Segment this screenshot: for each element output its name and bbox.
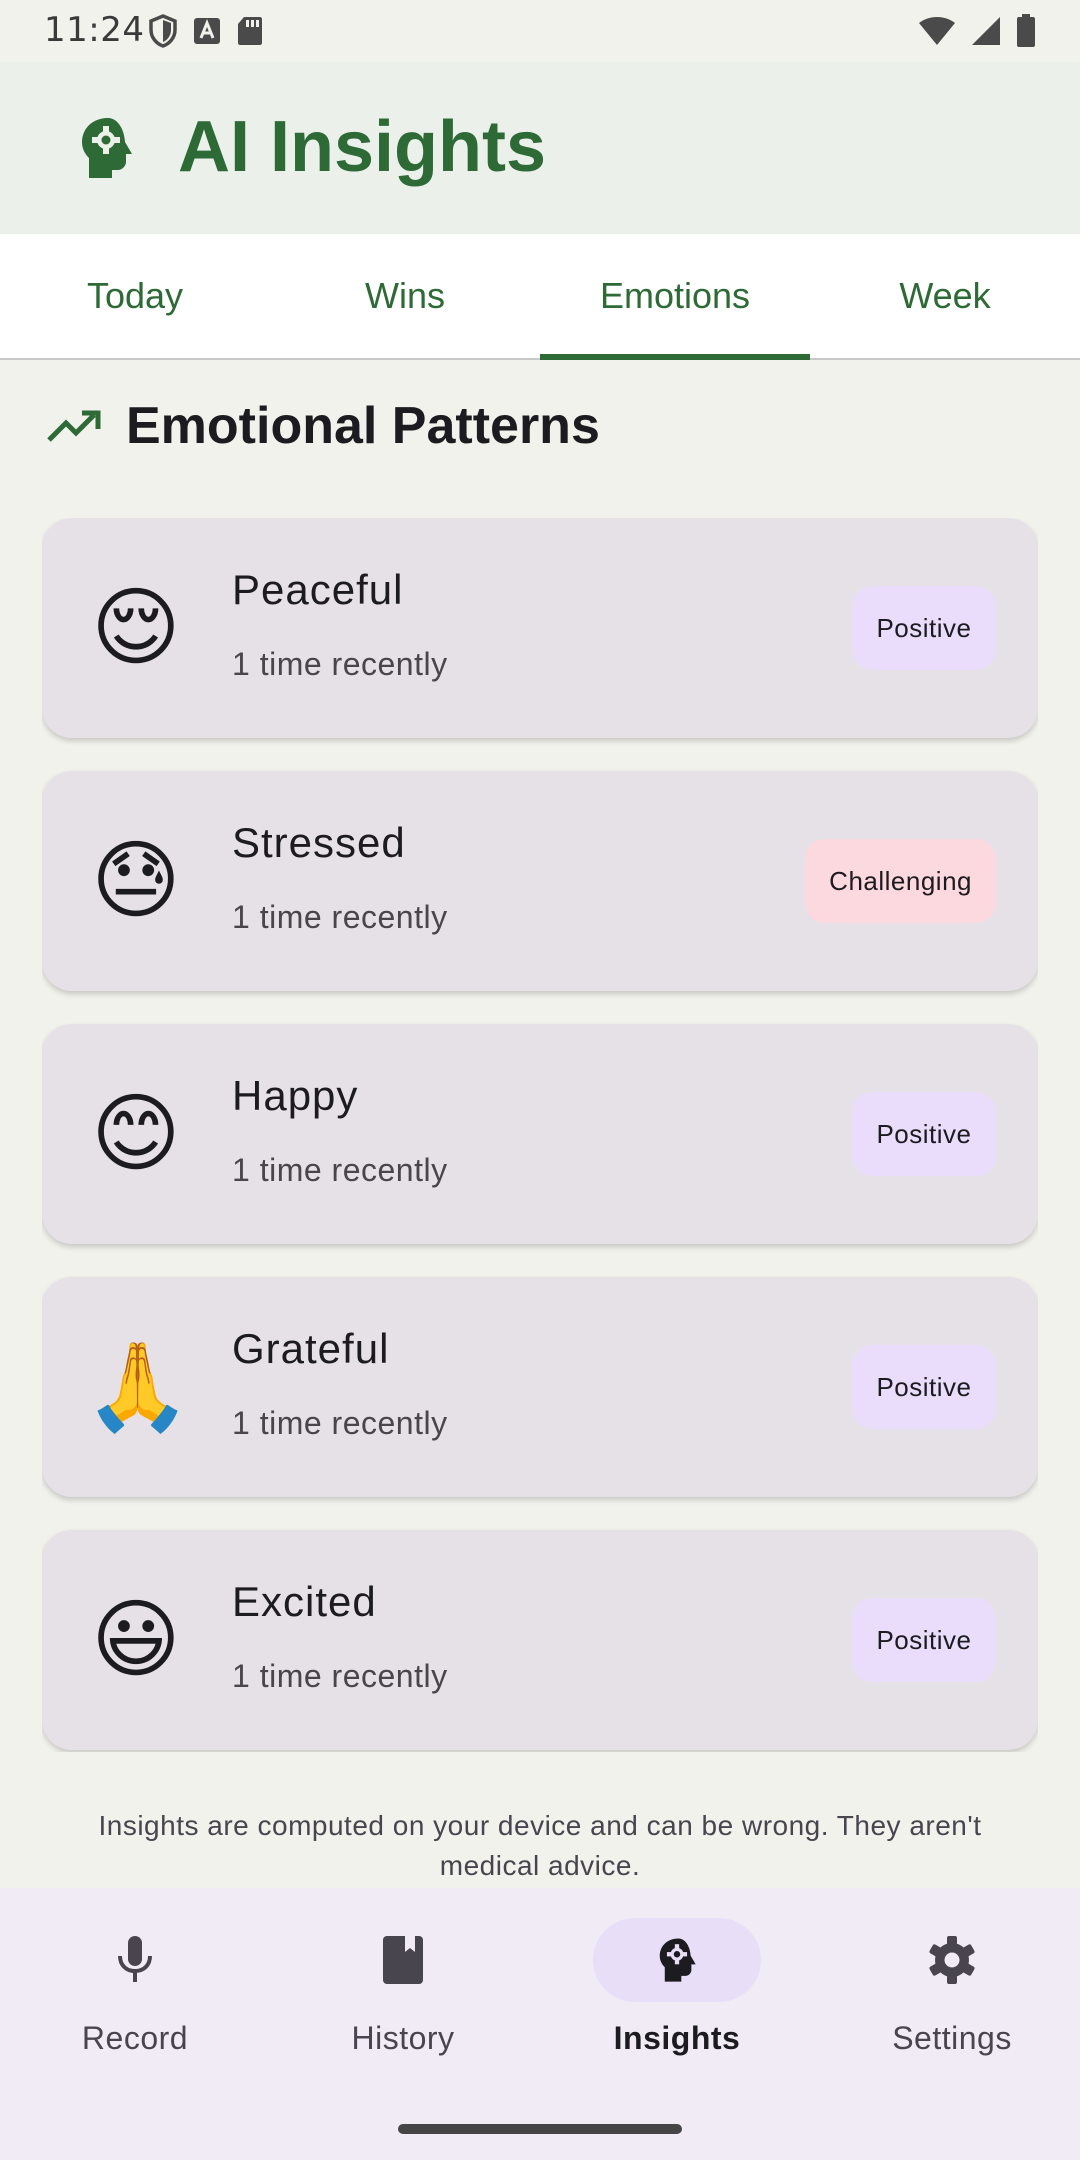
- head-gear-icon: [659, 1938, 696, 1982]
- nav-pill: [593, 1918, 761, 2002]
- nav-history[interactable]: History: [268, 1918, 538, 2078]
- app-bar: AI Insights: [0, 62, 1080, 234]
- book-icon: [383, 1936, 423, 1984]
- tab-bar: Today Wins Emotions Week: [0, 234, 1080, 360]
- emotion-name: Peaceful: [232, 566, 404, 613]
- emotion-count: 1 time recently: [232, 646, 448, 682]
- bottom-nav: Record History Insights Settings: [0, 1888, 1080, 2160]
- emotion-name: Excited: [232, 1578, 377, 1625]
- emotion-count: 1 time recently: [232, 1405, 448, 1441]
- emotion-emoji: 🙏: [84, 1339, 192, 1435]
- emotion-name: Happy: [232, 1072, 359, 1119]
- nav-record[interactable]: Record: [0, 1918, 270, 2078]
- nav-label: Record: [81, 2020, 189, 2056]
- emotion-name: Stressed: [232, 819, 406, 866]
- status-icons-left: [148, 14, 264, 48]
- section-title: Emotional Patterns: [126, 397, 600, 455]
- emotion-card-grateful[interactable]: 🙏 Grateful 1 time recently Positive: [42, 1277, 1038, 1497]
- signal-icon: [972, 17, 1000, 45]
- nav-insights[interactable]: Insights: [542, 1918, 812, 2078]
- sentiment-badge: Positive: [852, 1345, 996, 1429]
- status-icons-right: [918, 14, 1036, 48]
- emotion-count: 1 time recently: [232, 1658, 448, 1694]
- status-time: 11:24: [44, 10, 145, 50]
- nav-label: History: [351, 2020, 455, 2056]
- sentiment-badge: Challenging: [805, 839, 996, 923]
- emotion-card-stressed[interactable]: 😓 Stressed 1 time recently Challenging: [42, 771, 1038, 991]
- wifi-icon: [919, 17, 955, 45]
- disclaimer-text: Insights are computed on your device and…: [98, 1810, 982, 1881]
- gear-icon: [929, 1936, 975, 1984]
- shield-icon: [149, 14, 177, 48]
- nav-pill: [51, 1918, 219, 2002]
- emotion-card-excited[interactable]: 😃 Excited 1 time recently Positive: [42, 1530, 1038, 1750]
- status-bar: 11:24: [0, 0, 1080, 62]
- emotion-card-happy[interactable]: 😊 Happy 1 time recently Positive: [42, 1024, 1038, 1244]
- tab-week[interactable]: Week: [810, 234, 1080, 358]
- tab-today[interactable]: Today: [0, 234, 270, 358]
- sentiment-badge: Positive: [852, 1092, 996, 1176]
- nav-pill: [868, 1918, 1036, 2002]
- emotion-list: 😌 Peaceful 1 time recently Positive 😓 St…: [42, 518, 1038, 1752]
- nav-label: Settings: [892, 2020, 1012, 2056]
- emotion-emoji: 😓: [91, 833, 181, 929]
- emotion-name: Grateful: [232, 1325, 390, 1372]
- sd-card-icon: [238, 17, 262, 45]
- tab-emotions[interactable]: Emotions: [540, 234, 810, 360]
- emotion-count: 1 time recently: [232, 899, 448, 935]
- trending-up-icon: [47, 410, 101, 442]
- nav-label: Insights: [613, 2020, 741, 2056]
- sentiment-badge: Positive: [852, 586, 996, 670]
- a-badge-icon: [194, 18, 220, 44]
- nav-pill: [319, 1918, 487, 2002]
- nav-settings[interactable]: Settings: [817, 1918, 1080, 2078]
- page-title: AI Insights: [178, 107, 547, 187]
- battery-icon: [1017, 14, 1035, 47]
- emotion-emoji: 😃: [91, 1592, 181, 1688]
- sentiment-badge: Positive: [852, 1598, 996, 1682]
- emotion-emoji: 😊: [91, 1086, 181, 1182]
- emotion-emoji: 😌: [91, 580, 181, 676]
- tab-wins[interactable]: Wins: [270, 234, 540, 358]
- mic-icon: [118, 1936, 152, 1982]
- emotion-card-peaceful[interactable]: 😌 Peaceful 1 time recently Positive: [42, 518, 1038, 738]
- emotion-count: 1 time recently: [232, 1152, 448, 1188]
- section-header: Emotional Patterns: [46, 396, 600, 456]
- head-gear-icon: [82, 118, 132, 178]
- home-indicator[interactable]: [398, 2124, 682, 2134]
